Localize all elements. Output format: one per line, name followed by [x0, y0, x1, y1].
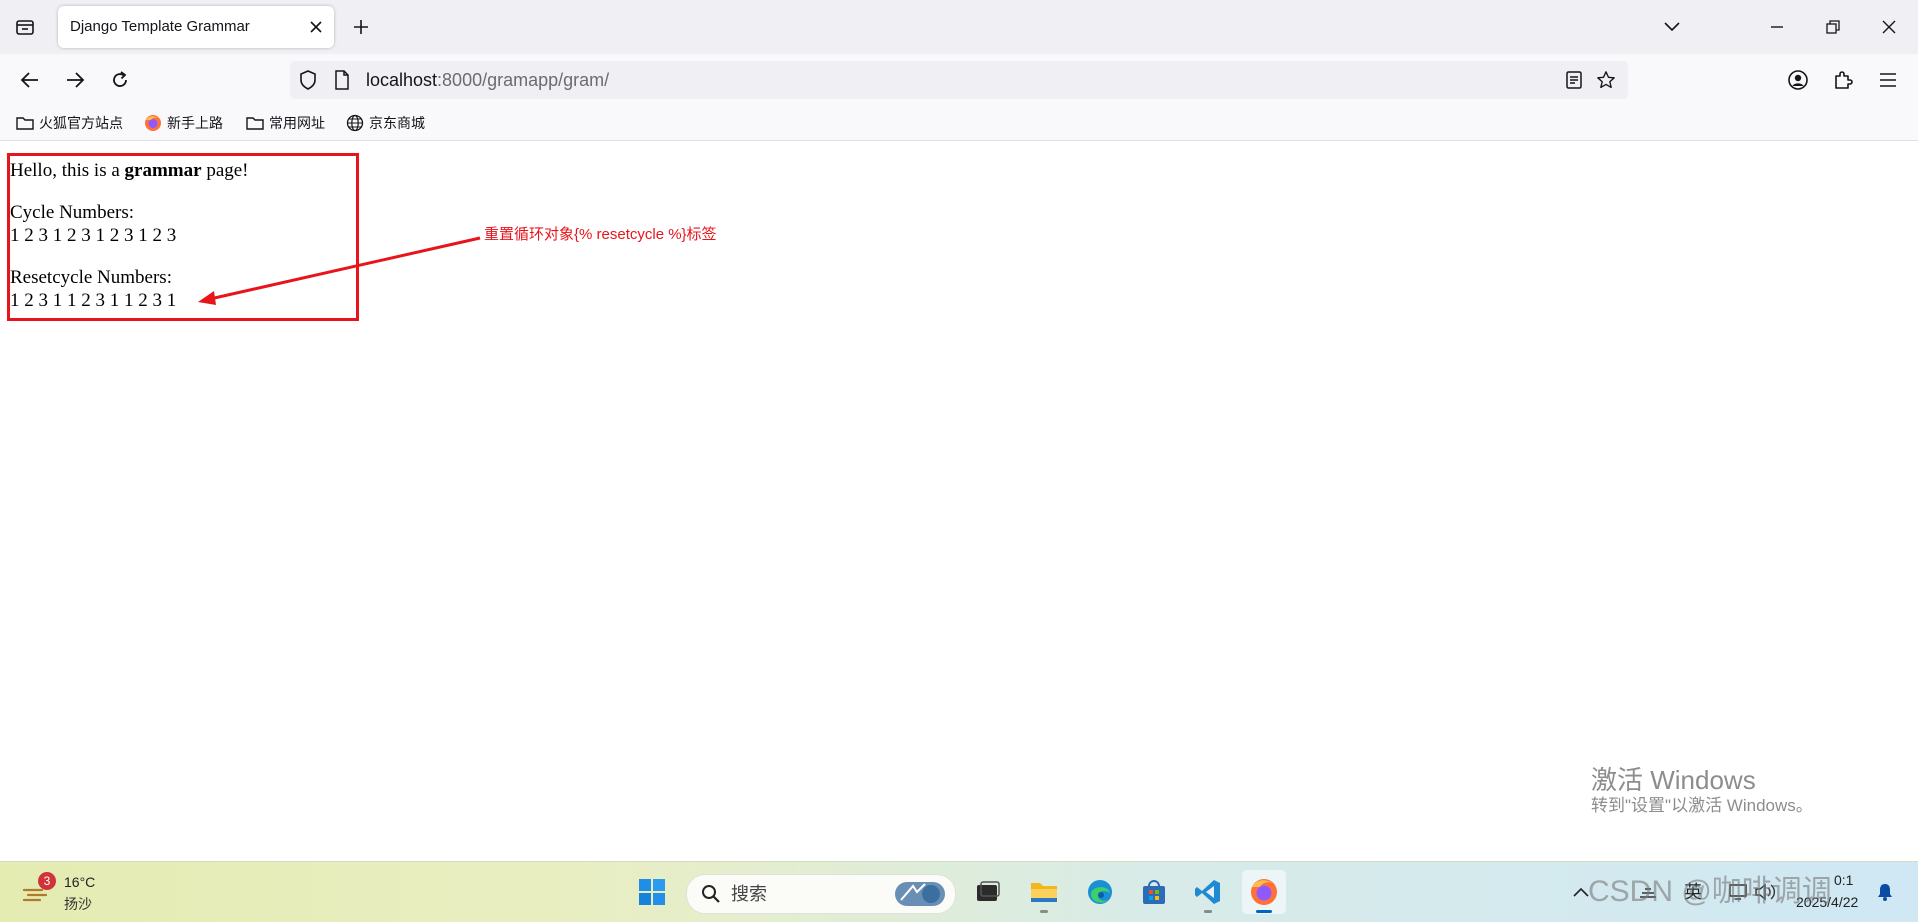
notifications-button[interactable]	[1872, 870, 1898, 914]
reader-view-icon[interactable]	[1564, 70, 1584, 90]
bookmark-item[interactable]: 新手上路	[144, 106, 223, 140]
watermark-subtitle: 转到"设置"以激活 Windows。	[1591, 796, 1813, 815]
bookmark-star-icon[interactable]	[1596, 70, 1616, 90]
firefox-taskbar-button[interactable]	[1242, 870, 1286, 914]
chevron-up-icon	[1573, 887, 1589, 897]
firefox-icon	[145, 115, 161, 131]
active-indicator	[1256, 910, 1272, 913]
tab-title: Django Template Grammar	[70, 18, 250, 35]
weather-description: 扬沙	[64, 896, 92, 912]
microsoft-store-icon	[1143, 880, 1165, 904]
edge-browser-icon	[1088, 880, 1112, 904]
bookmarks-toolbar: 火狐官方站点 新手上路 常用网址 京东商城	[0, 106, 1918, 141]
folder-icon	[16, 117, 34, 130]
url-host: localhost	[366, 70, 438, 90]
search-placeholder: 搜索	[731, 884, 767, 904]
annotation-text: 重置循环对象{% resetcycle %}标签	[484, 226, 717, 243]
url-text[interactable]: localhost:8000/gramapp/gram/	[366, 61, 609, 99]
windows-logo-icon	[639, 879, 665, 905]
page-content: Hello, this is a grammar page! Cycle Num…	[0, 141, 1918, 861]
weather-widget[interactable]: 3 16°C 扬沙	[22, 872, 112, 916]
bookmark-item[interactable]: 京东商城	[346, 106, 425, 140]
vscode-button[interactable]	[1186, 870, 1230, 914]
restore-icon[interactable]	[1818, 12, 1848, 42]
task-view-button[interactable]	[966, 870, 1010, 914]
taskbar-search-box[interactable]: 搜索	[686, 874, 956, 914]
windows-activation-watermark: 激活 Windows 转到"设置"以激活 Windows。	[1591, 765, 1813, 817]
navigation-toolbar: localhost:8000/gramapp/gram/	[0, 54, 1918, 106]
bookmark-label: 常用网址	[269, 115, 325, 131]
tracking-protection-icon[interactable]	[298, 70, 318, 90]
start-button[interactable]	[630, 870, 674, 914]
bookmark-label: 京东商城	[369, 115, 425, 131]
annotation-arrow	[198, 236, 481, 305]
vscode-icon	[1195, 880, 1220, 904]
page-info-icon[interactable]	[332, 70, 352, 90]
folder-icon	[246, 117, 264, 130]
file-explorer-button[interactable]	[1022, 870, 1066, 914]
microsoft-store-button[interactable]	[1132, 870, 1176, 914]
minimize-icon[interactable]	[1762, 12, 1792, 42]
forward-arrow-icon[interactable]	[60, 65, 90, 95]
list-all-tabs-chevron-icon[interactable]	[1657, 12, 1687, 42]
notification-bell-icon	[1878, 884, 1892, 901]
back-arrow-icon[interactable]	[15, 65, 45, 95]
search-highlight-illustration-icon	[895, 882, 945, 906]
weather-alert-badge: 3	[38, 872, 56, 890]
weather-temperature: 16°C	[64, 874, 96, 890]
close-window-icon[interactable]	[1874, 12, 1904, 42]
clock-time[interactable]: 0:1	[1834, 872, 1853, 888]
extensions-icon[interactable]	[1828, 65, 1858, 95]
csdn-watermark: CSDN @咖啡调调	[1588, 875, 1832, 908]
close-tab-icon[interactable]	[306, 17, 326, 37]
bookmark-item[interactable]: 火狐官方站点	[16, 106, 123, 140]
address-bar[interactable]: localhost:8000/gramapp/gram/	[290, 61, 1628, 99]
search-icon	[702, 885, 720, 903]
globe-icon	[346, 114, 364, 132]
url-path: :8000/gramapp/gram/	[437, 70, 610, 90]
hamburger-menu-icon[interactable]	[1873, 65, 1903, 95]
bookmark-label: 火狐官方站点	[39, 115, 123, 131]
bookmark-label: 新手上路	[167, 115, 223, 131]
bookmark-item[interactable]: 常用网址	[246, 106, 325, 140]
tab-strip: Django Template Grammar	[0, 0, 1918, 54]
running-indicator	[1040, 910, 1048, 913]
file-explorer-icon	[1031, 883, 1057, 902]
edge-browser-button[interactable]	[1078, 870, 1122, 914]
tab-overview-icon[interactable]	[12, 14, 38, 40]
new-tab-plus-icon[interactable]	[348, 14, 374, 40]
account-icon[interactable]	[1783, 65, 1813, 95]
task-view-icon	[977, 881, 1000, 901]
firefox-icon	[1251, 879, 1277, 905]
active-tab[interactable]: Django Template Grammar	[58, 6, 334, 48]
reload-icon[interactable]	[105, 65, 135, 95]
running-indicator	[1204, 910, 1212, 913]
watermark-title: 激活 Windows	[1591, 765, 1756, 795]
